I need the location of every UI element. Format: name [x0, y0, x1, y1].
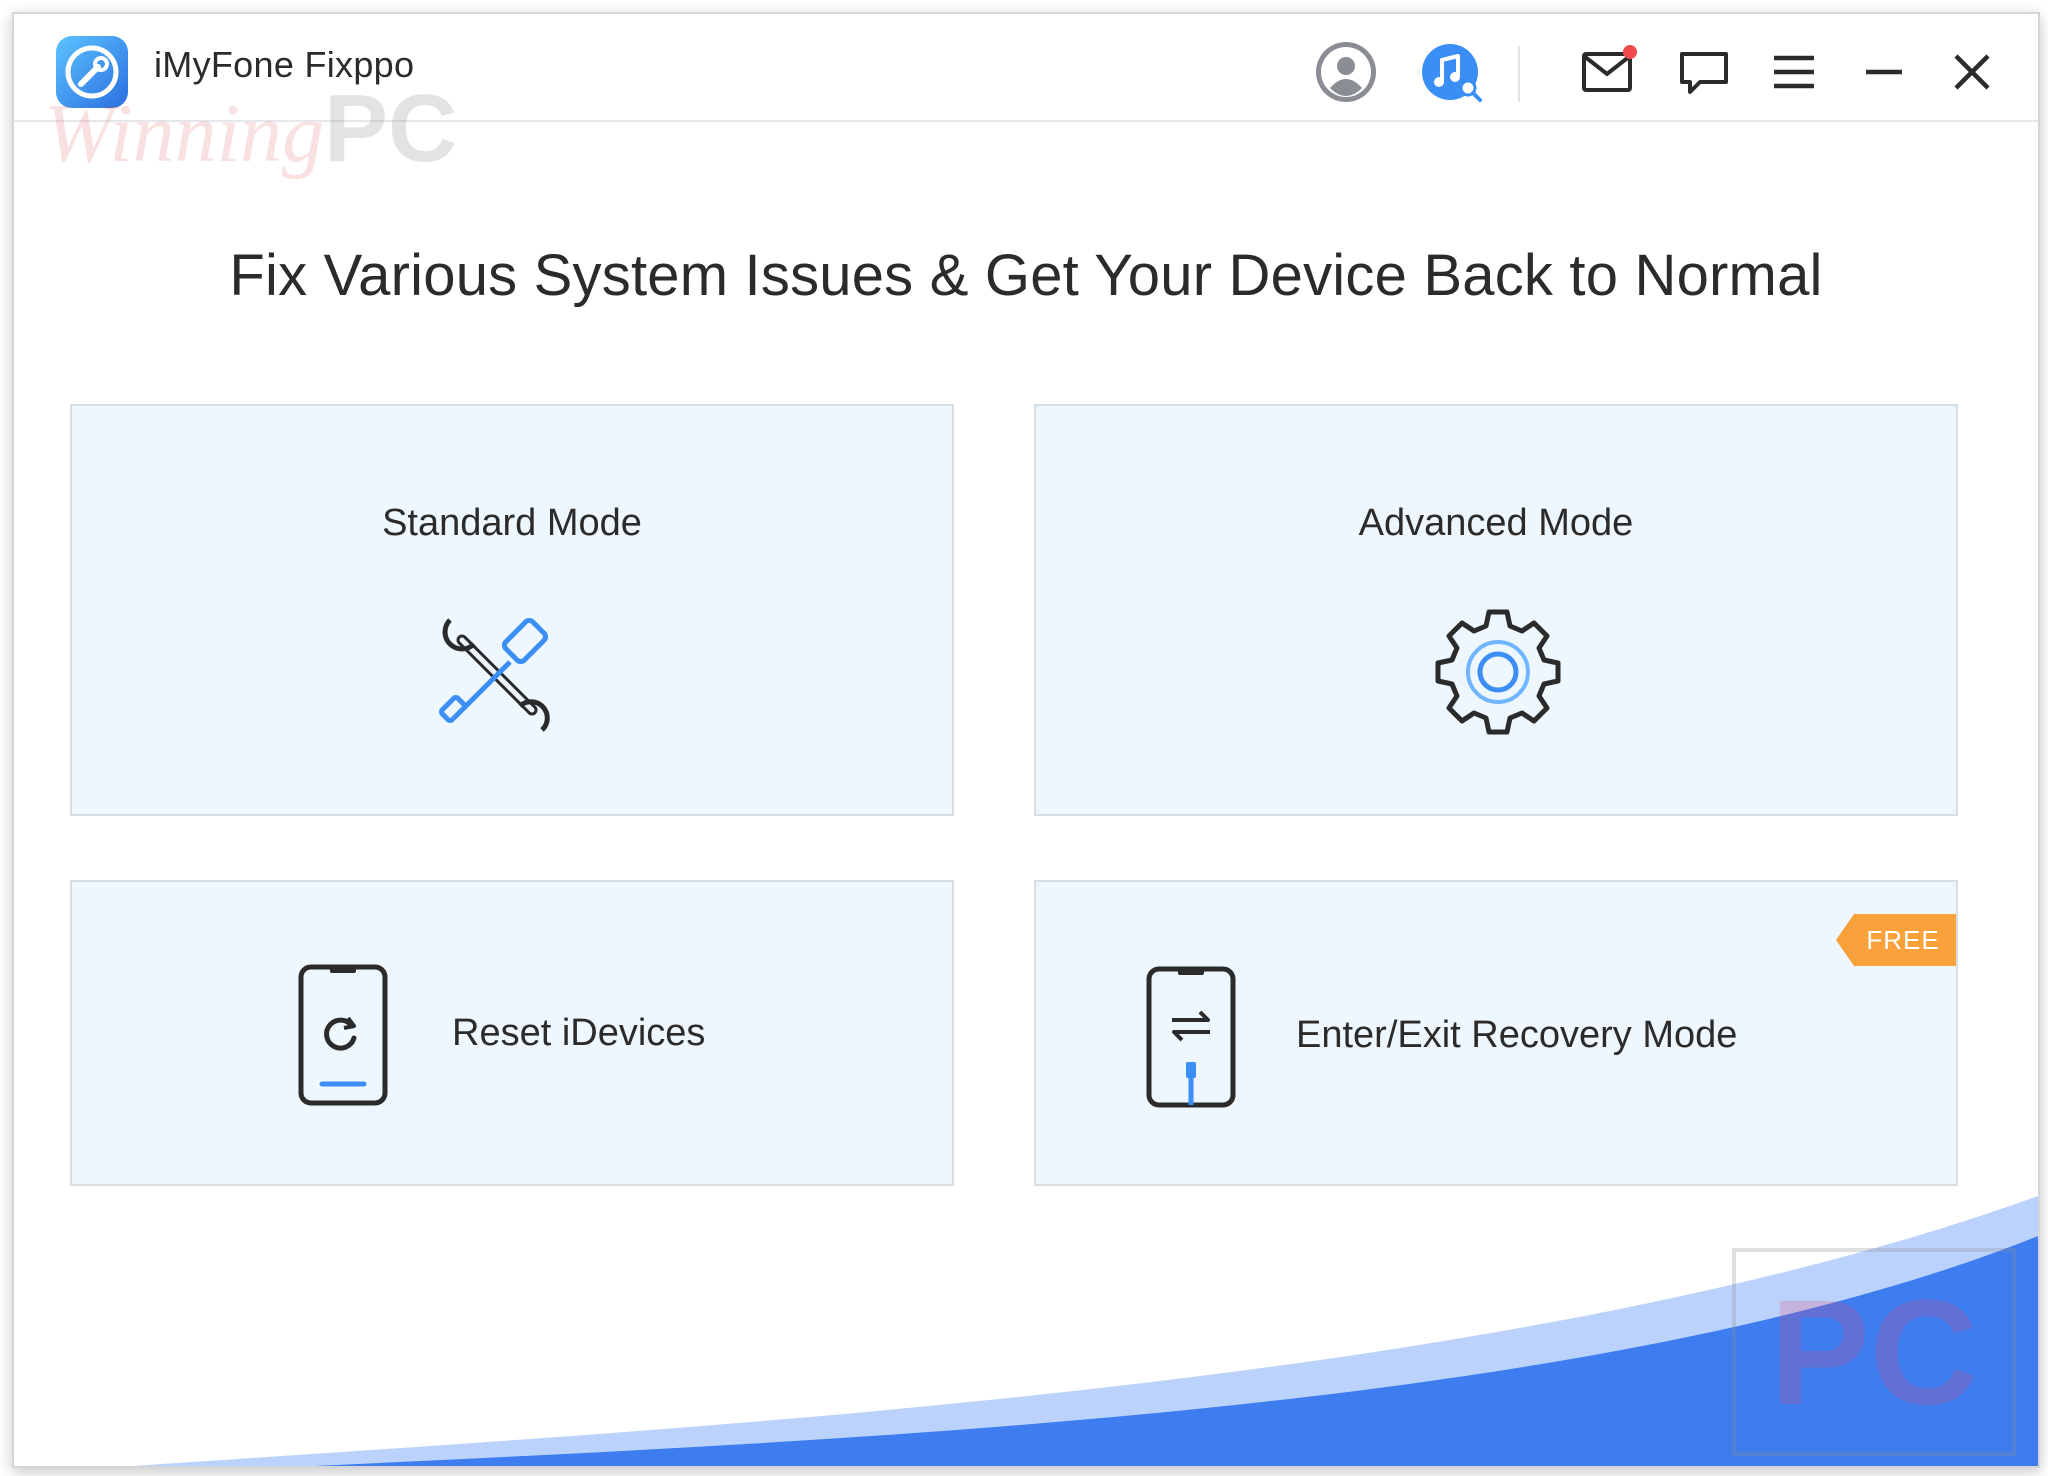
music-search-icon[interactable] [1420, 40, 1484, 104]
reset-idevices-label: Reset iDevices [452, 1012, 706, 1054]
recovery-mode-card[interactable]: FREE Enter/Exit Recovery Mode [1034, 880, 1958, 1186]
minimize-icon[interactable] [1852, 40, 1916, 104]
app-title: iMyFone Fixppo [154, 44, 415, 85]
titlebar-separator [1518, 46, 1520, 102]
advanced-mode-card[interactable]: Advanced Mode [1034, 404, 1958, 816]
title-bar: iMyFone Fixppo [14, 14, 2038, 122]
mail-icon[interactable] [1578, 40, 1642, 104]
decorative-wave [134, 1196, 2038, 1466]
app-window: iMyFone Fixppo WinningPC Fix Various Sys… [12, 12, 2040, 1468]
free-badge: FREE [1836, 914, 1956, 966]
reset-idevices-card[interactable]: Reset iDevices [70, 880, 954, 1186]
gear-icon [1428, 602, 1568, 742]
menu-icon[interactable] [1762, 40, 1826, 104]
standard-mode-title: Standard Mode [382, 502, 642, 544]
advanced-mode-title: Advanced Mode [1358, 502, 1634, 544]
app-logo-icon [54, 34, 130, 110]
user-account-icon[interactable] [1314, 40, 1378, 104]
close-icon[interactable] [1940, 40, 2004, 104]
standard-mode-card[interactable]: Standard Mode [70, 404, 954, 816]
page-headline: Fix Various System Issues & Get Your Dev… [229, 243, 1823, 308]
phone-recovery-icon [1146, 966, 1236, 1108]
feedback-icon[interactable] [1672, 40, 1736, 104]
recovery-mode-label: Enter/Exit Recovery Mode [1296, 1014, 1738, 1056]
wrench-screwdriver-icon [432, 610, 562, 740]
phone-reset-icon [298, 964, 388, 1106]
watermark-logo: PC [1732, 1248, 2016, 1456]
